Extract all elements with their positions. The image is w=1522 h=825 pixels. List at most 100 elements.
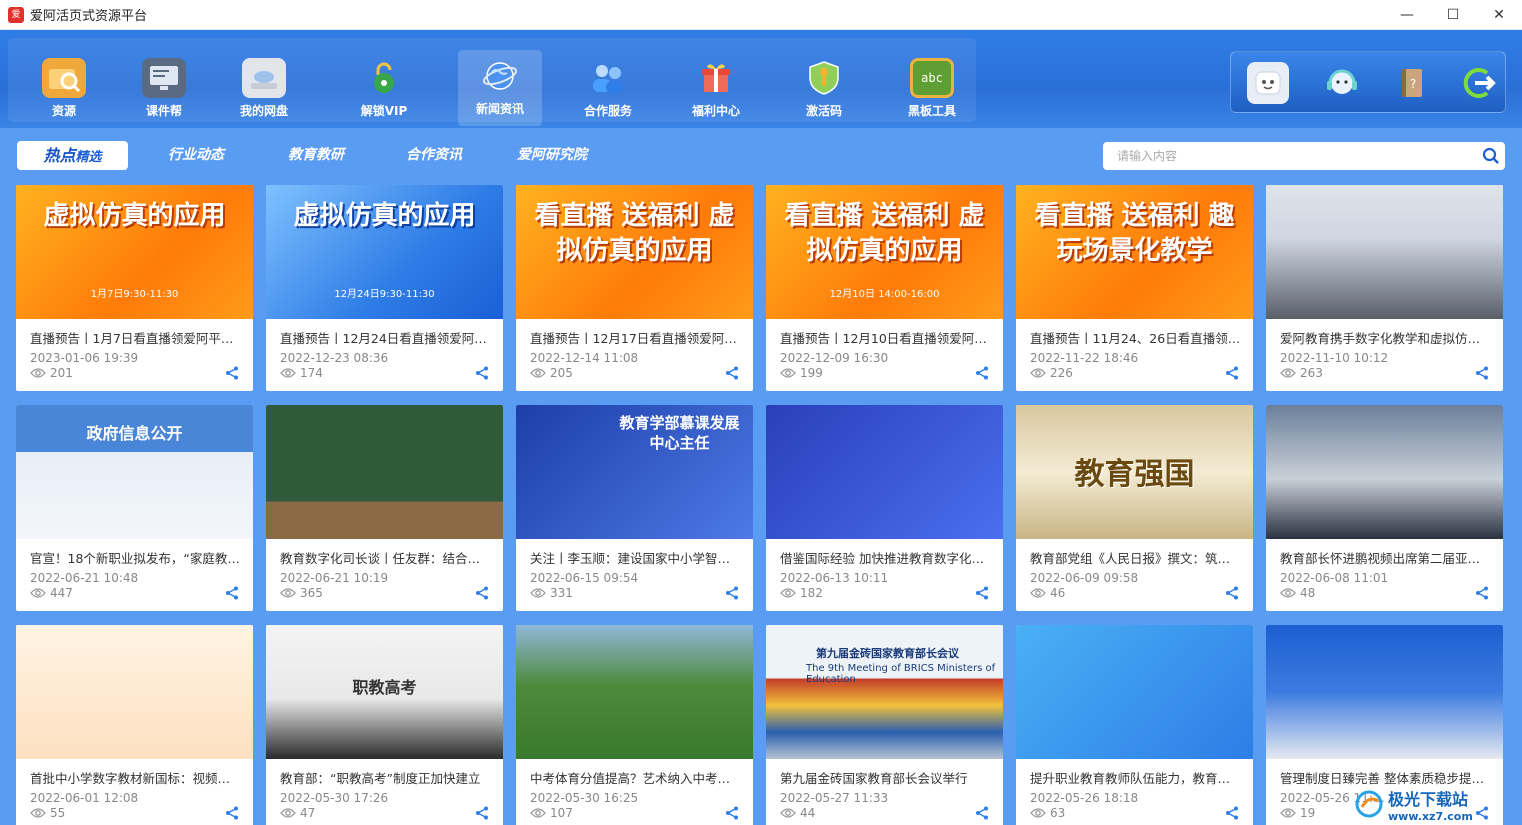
news-card-title[interactable]: 中考体育分值提高？艺术纳入中考…: [530, 768, 741, 787]
news-card-title[interactable]: 直播预告丨12月17日看直播领爱阿…: [530, 328, 741, 347]
news-card-thumbnail[interactable]: 虚拟仿真的应用 1月7日9:30-11:30: [16, 185, 253, 319]
tab-industry-news[interactable]: 行业动态: [152, 141, 240, 170]
news-card-thumbnail[interactable]: [1016, 625, 1253, 759]
news-card[interactable]: 第九届金砖国家教育部长会议 The 9th Meeting of BRICS Mi…: [766, 625, 1003, 825]
share-icon[interactable]: [1475, 586, 1489, 600]
news-card[interactable]: 政府信息公开 官宣！18个新职业拟发布，“家庭教… 2022-06-21 10:48…: [16, 405, 253, 611]
news-card-title[interactable]: 直播预告丨11月24、26日看直播领…: [1030, 328, 1241, 347]
toolbar-unlock-vip-button[interactable]: 解锁VIP: [342, 52, 426, 122]
eye-icon: [280, 368, 296, 378]
share-icon[interactable]: [225, 586, 239, 600]
news-card-thumbnail[interactable]: 看直播 送福利 虚拟仿真的应用 12月10日 14:00-16:00: [766, 185, 1003, 319]
news-card-thumbnail[interactable]: 虚拟仿真的应用 12月24日9:30-11:30: [266, 185, 503, 319]
news-card-title[interactable]: 教育部：“职教高考”制度正加快建立: [280, 768, 491, 787]
news-card-thumbnail[interactable]: 第九届金砖国家教育部长会议 The 9th Meeting of BRICS Mi…: [766, 625, 1003, 759]
eye-icon: [1280, 588, 1296, 598]
news-card[interactable]: 教育部长怀进鹏视频出席第二届亚… 2022-06-08 11:01 48: [1266, 405, 1503, 611]
tab-hot-label: 热点: [43, 146, 76, 165]
share-icon[interactable]: [225, 366, 239, 380]
toolbar-courseware-button[interactable]: 课件帮: [122, 52, 206, 122]
news-card[interactable]: 借鉴国际经验 加快推进教育数字化… 2022-06-13 10:11 182: [766, 405, 1003, 611]
search-icon[interactable]: [1477, 142, 1505, 170]
news-card-title[interactable]: 教育部党组《人民日报》撰文：筑…: [1030, 548, 1241, 567]
news-card[interactable]: 虚拟仿真的应用 1月7日9:30-11:30 直播预告丨1月7日看直播领爱阿平… 20…: [16, 185, 253, 391]
news-card-title[interactable]: 关注丨李玉顺：建设国家中小学智…: [530, 548, 741, 567]
tab-research-institute[interactable]: 爱阿研究院: [508, 141, 596, 170]
news-card[interactable]: 中考体育分值提高？艺术纳入中考… 2022-05-30 16:25 107: [516, 625, 753, 825]
face-icon[interactable]: [1247, 62, 1289, 104]
search-input[interactable]: [1117, 143, 1477, 169]
maximize-button[interactable]: ☐: [1430, 0, 1476, 30]
toolbar-cloud-drive-button[interactable]: 我的网盘: [222, 52, 306, 122]
news-card-title[interactable]: 直播预告丨1月7日看直播领爱阿平…: [30, 328, 241, 347]
share-icon[interactable]: [1475, 366, 1489, 380]
news-card-thumbnail[interactable]: 政府信息公开: [16, 405, 253, 539]
news-card[interactable]: 看直播 送福利 虚拟仿真的应用 12月10日 14:00-16:00 直播预告丨12…: [766, 185, 1003, 391]
share-icon[interactable]: [975, 586, 989, 600]
news-card-thumbnail[interactable]: [516, 625, 753, 759]
news-card-thumbnail[interactable]: [766, 405, 1003, 539]
notebook-icon[interactable]: ?: [1391, 62, 1433, 104]
news-card[interactable]: 看直播 送福利 虚拟仿真的应用 直播预告丨12月17日看直播领爱阿… 2022-12…: [516, 185, 753, 391]
news-card-title[interactable]: 直播预告丨12月24日看直播领爱阿…: [280, 328, 491, 347]
news-card-thumbnail[interactable]: [1266, 405, 1503, 539]
share-icon[interactable]: [225, 806, 239, 820]
news-card-title[interactable]: 教育部长怀进鹏视频出席第二届亚…: [1280, 548, 1491, 567]
share-icon[interactable]: [725, 366, 739, 380]
news-card-title[interactable]: 教育数字化司长谈丨任友群：结合…: [280, 548, 491, 567]
share-icon[interactable]: [725, 806, 739, 820]
toolbar-cooperation-button[interactable]: 合作服务: [566, 52, 650, 122]
share-icon[interactable]: [475, 586, 489, 600]
news-card-title[interactable]: 爱阿教育携手数字化教学和虚拟仿…: [1280, 328, 1491, 347]
news-card[interactable]: 虚拟仿真的应用 12月24日9:30-11:30 直播预告丨12月24日看直播领爱阿…: [266, 185, 503, 391]
tab-hot-picks[interactable]: 热点精选: [17, 141, 128, 170]
share-icon[interactable]: [475, 806, 489, 820]
toolbar-activation-code-button[interactable]: 激活码: [782, 52, 866, 122]
share-icon[interactable]: [475, 366, 489, 380]
news-card-title[interactable]: 借鉴国际经验 加快推进教育数字化…: [780, 548, 991, 567]
logout-icon[interactable]: [1457, 62, 1499, 104]
news-card[interactable]: 提升职业教育教师队伍能力，教育… 2022-05-26 18:18 63: [1016, 625, 1253, 825]
toolbar-blackboard-button[interactable]: abc 黑板工具: [890, 52, 974, 122]
news-card-thumbnail[interactable]: 看直播 送福利 虚拟仿真的应用: [516, 185, 753, 319]
news-card-title[interactable]: 第九届金砖国家教育部长会议举行: [780, 768, 991, 787]
share-icon[interactable]: [975, 806, 989, 820]
news-card[interactable]: 教育数字化司长谈丨任友群：结合… 2022-06-21 10:19 365: [266, 405, 503, 611]
news-card-thumbnail[interactable]: [1266, 625, 1503, 759]
news-card-title[interactable]: 首批中小学数字教材新国标：视频…: [30, 768, 241, 787]
news-card[interactable]: 看直播 送福利 趣玩场景化教学 直播预告丨11月24、26日看直播领… 2022-1…: [1016, 185, 1253, 391]
news-card-thumbnail[interactable]: 教育学部慕课发展中心主任: [516, 405, 753, 539]
news-card[interactable]: 教育强国 教育部党组《人民日报》撰文：筑… 2022-06-09 09:58 46: [1016, 405, 1253, 611]
news-card-thumbnail[interactable]: [16, 625, 253, 759]
close-button[interactable]: ✕: [1476, 0, 1522, 30]
share-icon[interactable]: [725, 586, 739, 600]
toolbar-news-button[interactable]: 新闻资讯: [458, 50, 542, 126]
news-card-thumbnail[interactable]: 看直播 送福利 趣玩场景化教学: [1016, 185, 1253, 319]
toolbar-welfare-button[interactable]: 福利中心: [674, 52, 758, 122]
news-card[interactable]: 首批中小学数字教材新国标：视频… 2022-06-01 12:08 55: [16, 625, 253, 825]
news-card[interactable]: 爱阿教育携手数字化教学和虚拟仿… 2022-11-10 10:12 263: [1266, 185, 1503, 391]
tab-cooperation-news[interactable]: 合作资讯: [390, 141, 478, 170]
headset-icon[interactable]: [1321, 62, 1363, 104]
news-card[interactable]: 职教高考 教育部：“职教高考”制度正加快建立 2022-05-30 17:26 47: [266, 625, 503, 825]
news-card-thumbnail[interactable]: [1266, 185, 1503, 319]
view-count: 19: [1300, 806, 1316, 820]
share-icon[interactable]: [1225, 366, 1239, 380]
minimize-button[interactable]: —: [1384, 0, 1430, 30]
view-count: 182: [800, 586, 823, 600]
news-card-thumbnail[interactable]: [266, 405, 503, 539]
news-card[interactable]: 教育学部慕课发展中心主任 关注丨李玉顺：建设国家中小学智… 2022-06-15 0…: [516, 405, 753, 611]
news-card-title[interactable]: 管理制度日臻完善 整体素质稳步提…: [1280, 768, 1491, 787]
news-card-title[interactable]: 提升职业教育教师队伍能力，教育…: [1030, 768, 1241, 787]
tab-education-research[interactable]: 教育教研: [272, 141, 360, 170]
news-card-title[interactable]: 官宣！18个新职业拟发布，“家庭教…: [30, 548, 241, 567]
news-card-thumbnail[interactable]: 教育强国: [1016, 405, 1253, 539]
toolbar-item-label: 资源: [51, 104, 76, 118]
share-icon[interactable]: [975, 366, 989, 380]
news-card-title[interactable]: 直播预告丨12月10日看直播领爱阿…: [780, 328, 991, 347]
news-card-date: 2022-12-09 16:30: [780, 351, 889, 365]
news-card-thumbnail[interactable]: 职教高考: [266, 625, 503, 759]
toolbar-resources-button[interactable]: 资源: [22, 52, 106, 122]
share-icon[interactable]: [1225, 586, 1239, 600]
share-icon[interactable]: [1225, 806, 1239, 820]
